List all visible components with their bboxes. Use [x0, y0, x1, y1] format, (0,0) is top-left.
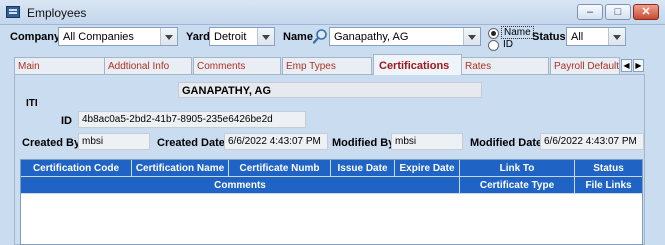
column-header-expire-date[interactable]: Expire Date	[395, 160, 460, 177]
id-radio[interactable]	[488, 40, 499, 51]
yard-value: Detroit	[214, 31, 247, 43]
minimize-button[interactable]: –	[577, 4, 603, 20]
id-radio-label[interactable]: ID	[503, 39, 513, 50]
company-label: Company	[10, 31, 61, 43]
close-button[interactable]: ✕	[633, 4, 659, 20]
name-value: Ganapathy, AG	[334, 31, 409, 43]
name-radio-label[interactable]: Name	[501, 26, 534, 39]
modified-by-label: Modified By	[332, 137, 395, 149]
tab-comments[interactable]: Comments	[193, 57, 281, 74]
column-header-status[interactable]: Status	[575, 160, 642, 177]
tab-scroll-right-icon[interactable]: ▶	[633, 59, 644, 72]
modified-date-label: Modified Date	[470, 137, 543, 149]
window-title: Employees	[27, 6, 87, 20]
tab-payroll-defaults[interactable]: Payroll Defaults	[550, 57, 620, 74]
status-select[interactable]: All	[566, 27, 626, 46]
column-header-issue-date[interactable]: Issue Date	[331, 160, 395, 177]
id-field[interactable]: 4b8ac0a5-2bd2-41b7-8905-235e6426be2d	[78, 111, 306, 128]
certifications-grid[interactable]: Certification Code Certification Name Ce…	[20, 159, 643, 245]
column-header-comments[interactable]: Comments	[21, 177, 460, 194]
created-by-field[interactable]: mbsi	[78, 133, 150, 150]
tab-main[interactable]: Main	[14, 57, 105, 74]
group-label: ITI	[26, 98, 38, 109]
column-header-certification-name[interactable]: Certification Name	[132, 160, 229, 177]
yard-label: Yard	[186, 31, 210, 43]
modified-by-field[interactable]: mbsi	[391, 133, 463, 150]
title-bar: Employees – □ ✕	[0, 0, 665, 25]
tab-additional-info[interactable]: Addtional Info	[104, 57, 192, 74]
search-icon[interactable]	[312, 28, 328, 45]
column-header-link-to[interactable]: Link To	[460, 160, 575, 177]
created-date-field[interactable]: 6/6/2022 4:43:07 PM	[224, 133, 328, 150]
yard-select[interactable]: Detroit	[209, 27, 275, 46]
chevron-down-icon[interactable]	[257, 28, 274, 45]
column-header-certificate-number[interactable]: Certificate Numb	[229, 160, 331, 177]
app-icon	[6, 6, 20, 18]
tab-emp-types[interactable]: Emp Types	[282, 57, 372, 74]
column-header-certificate-type[interactable]: Certificate Type	[460, 177, 575, 194]
status-value: All	[571, 31, 584, 43]
chevron-down-icon[interactable]	[160, 28, 177, 45]
status-label: Status	[532, 31, 566, 43]
created-date-label: Created Date	[157, 137, 225, 149]
maximize-button[interactable]: □	[605, 4, 631, 20]
tab-scroll-left-icon[interactable]: ◀	[621, 59, 632, 72]
employee-name-display: GANAPATHY, AG	[178, 82, 482, 98]
name-radio[interactable]	[488, 28, 499, 39]
created-by-label: Created By	[22, 137, 81, 149]
id-label: ID	[61, 115, 72, 127]
modified-date-field[interactable]: 6/6/2022 4:43:07 PM	[540, 133, 644, 150]
chevron-down-icon[interactable]	[608, 28, 625, 45]
company-value: All Companies	[63, 31, 134, 43]
column-header-file-links[interactable]: File Links	[575, 177, 642, 194]
company-select[interactable]: All Companies	[58, 27, 178, 46]
name-select[interactable]: Ganapathy, AG	[329, 27, 481, 46]
tab-rates[interactable]: Rates	[461, 57, 549, 74]
tab-strip: Main Addtional Info Comments Emp Types C…	[14, 54, 645, 75]
chevron-down-icon[interactable]	[463, 28, 480, 45]
name-label: Name	[283, 31, 313, 43]
column-header-certification-code[interactable]: Certification Code	[21, 160, 132, 177]
tab-certifications[interactable]: Certifications	[373, 54, 462, 75]
